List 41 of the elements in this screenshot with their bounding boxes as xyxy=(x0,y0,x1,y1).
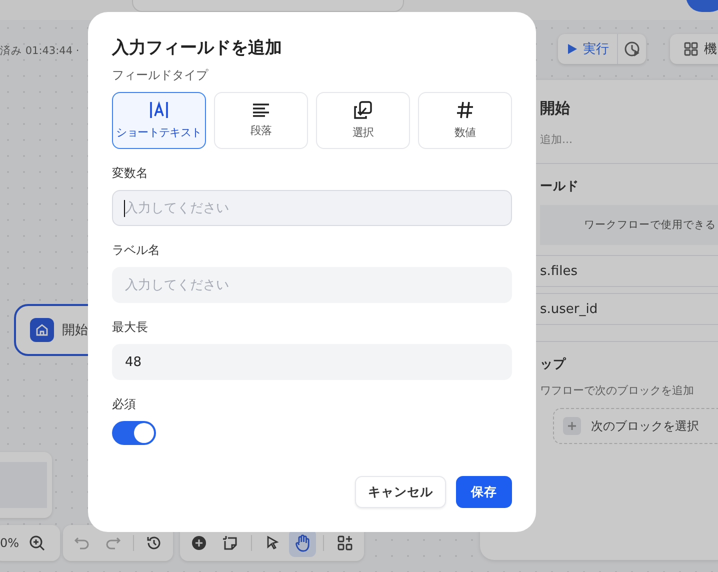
grid-icon xyxy=(684,42,698,56)
field-type-option[interactable]: ショートテキスト xyxy=(112,92,206,149)
field-type-label: フィールドタイプ xyxy=(112,67,210,84)
zoom-level: 0% xyxy=(0,536,20,550)
field-label: 必須 xyxy=(112,396,137,413)
history-icon xyxy=(146,535,162,551)
field-type-option[interactable]: 段落 xyxy=(214,92,308,149)
panel-title: 開始 xyxy=(540,99,571,118)
panel-description: 追加... xyxy=(540,132,574,147)
save-status: 済み 01:43:44 · xyxy=(0,44,80,58)
section-heading: ールド xyxy=(540,178,580,195)
text-cursor-icon xyxy=(149,101,169,119)
toggle-switch[interactable] xyxy=(112,421,156,445)
blocks-icon xyxy=(336,535,353,551)
section-heading: ップ xyxy=(540,356,567,373)
redo-icon xyxy=(104,535,121,551)
zoom-in-icon[interactable] xyxy=(29,535,46,551)
plus-icon xyxy=(563,417,581,435)
paragraph-icon xyxy=(252,103,270,117)
field-type-option[interactable]: 数値 xyxy=(418,92,512,149)
field-type-option[interactable]: 選択 xyxy=(316,92,410,149)
select-icon xyxy=(354,101,372,119)
play-icon xyxy=(566,43,578,55)
field-label: 変数名 xyxy=(112,165,149,182)
features-button[interactable]: 機 xyxy=(670,34,718,64)
hash-icon xyxy=(456,101,474,119)
home-icon xyxy=(30,318,54,342)
field-label: ラベル名 xyxy=(112,242,161,259)
next-block-button[interactable]: 次のブロックを選択 xyxy=(553,408,718,444)
hint-text: ワークフローで使用できる xyxy=(584,218,716,232)
clock-icon xyxy=(624,41,640,57)
cancel-button[interactable]: キャンセル xyxy=(355,476,446,508)
input-field[interactable]: 48 xyxy=(112,344,512,380)
section-description: ワフローで次のブロックを追加 xyxy=(540,383,695,398)
note-icon xyxy=(222,535,238,551)
plus-circle-icon xyxy=(191,535,208,551)
hand-icon xyxy=(294,534,311,552)
save-button[interactable]: 保存 xyxy=(456,476,512,508)
undo-icon xyxy=(74,535,90,551)
input-field[interactable]: 入力してください xyxy=(112,190,512,226)
dialog-title: 入力フィールドを追加 xyxy=(112,37,283,59)
